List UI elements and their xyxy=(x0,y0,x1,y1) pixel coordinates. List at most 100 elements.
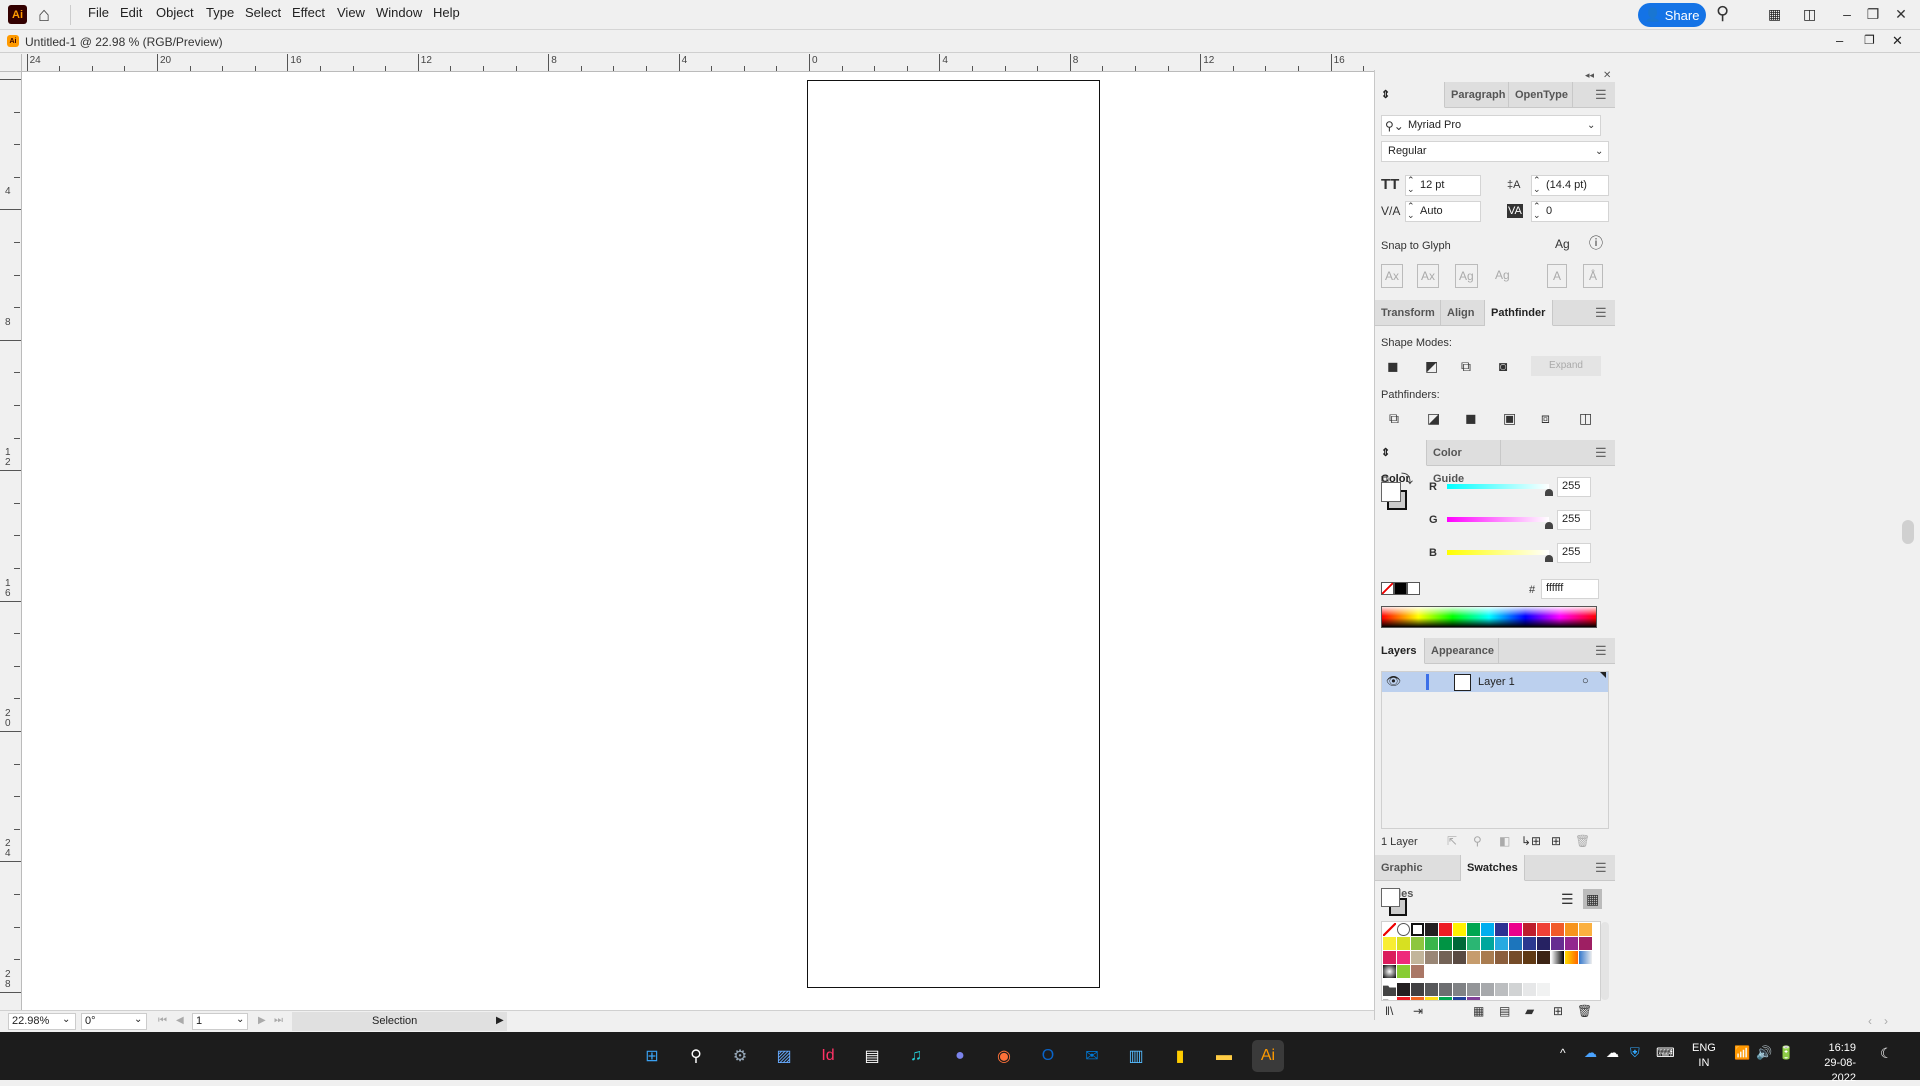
swatch-folder-icon[interactable] xyxy=(1383,985,1396,996)
tab-paragraph[interactable]: Paragraph xyxy=(1445,82,1509,108)
minus-front-icon[interactable]: ◩ xyxy=(1425,359,1438,373)
taskbar-search-icon[interactable]: ⚲ xyxy=(680,1040,712,1072)
swatch[interactable] xyxy=(1509,983,1522,996)
tab-appearance[interactable]: Appearance xyxy=(1425,638,1499,664)
unite-icon[interactable]: ◼ xyxy=(1387,359,1399,373)
battery-icon[interactable]: 🔋 xyxy=(1778,1045,1794,1061)
swatch[interactable] xyxy=(1453,937,1466,950)
swatch[interactable] xyxy=(1551,923,1564,936)
swatch[interactable] xyxy=(1425,923,1438,936)
swatch[interactable] xyxy=(1467,951,1480,964)
taskbar-file-explorer-icon[interactable]: ▬ xyxy=(1208,1040,1240,1072)
swatch[interactable] xyxy=(1467,997,1480,1000)
search-icon[interactable]: ⚲ xyxy=(1716,3,1729,24)
fill-swatch[interactable] xyxy=(1381,482,1401,502)
list-view-icon[interactable]: ☰ xyxy=(1561,892,1574,906)
swatch[interactable] xyxy=(1411,937,1424,950)
snap-proximity-icon[interactable]: Ag xyxy=(1495,268,1510,282)
kerning-field[interactable]: Auto xyxy=(1405,201,1481,222)
chevron-down-icon[interactable]: ⌄ xyxy=(1587,119,1595,133)
taskbar-news-icon[interactable]: ▤ xyxy=(856,1040,888,1072)
swatch[interactable] xyxy=(1551,937,1564,950)
swatch-fill[interactable] xyxy=(1381,888,1400,907)
panel-menu-icon[interactable]: ☰ xyxy=(1595,306,1609,319)
share-button[interactable]: 👤 Share xyxy=(1638,3,1706,27)
swatch[interactable] xyxy=(1411,951,1424,964)
hex-field[interactable]: ffffff xyxy=(1541,579,1599,599)
swatch-gradient[interactable] xyxy=(1551,951,1564,964)
swatch-white[interactable] xyxy=(1411,923,1424,936)
outline-icon[interactable]: ⧈ xyxy=(1541,411,1550,425)
swatch[interactable] xyxy=(1523,951,1536,964)
black-color-swatch[interactable] xyxy=(1394,582,1407,595)
panel-menu-icon[interactable]: ☰ xyxy=(1595,644,1609,657)
swatch[interactable] xyxy=(1453,983,1466,996)
stepper-icon[interactable]: ⌃ ⌄ xyxy=(1533,176,1541,194)
taskbar-firefox-icon[interactable]: ◉ xyxy=(988,1040,1020,1072)
tab-color[interactable]: ⇕ Color xyxy=(1375,440,1427,485)
snap-glyph-bounds-icon[interactable]: Ag xyxy=(1455,264,1478,288)
b-value-field[interactable]: 255 xyxy=(1557,543,1591,563)
swatch[interactable] xyxy=(1481,937,1494,950)
tab-opentype[interactable]: OpenType xyxy=(1509,82,1573,108)
swatch[interactable] xyxy=(1537,951,1550,964)
target-circle-icon[interactable]: ○ xyxy=(1582,675,1589,687)
merge-icon[interactable]: ◼ xyxy=(1465,411,1477,425)
document-title[interactable]: Untitled-1 @ 22.98 % (RGB/Preview) xyxy=(25,35,223,49)
volume-icon[interactable]: 🔊 xyxy=(1756,1045,1772,1061)
glyph-icon[interactable]: Ag xyxy=(1555,237,1570,251)
tab-character[interactable]: ⇕ Character xyxy=(1375,82,1445,127)
r-value-field[interactable]: 255 xyxy=(1557,477,1591,497)
last-artboard-icon[interactable]: ⏭ xyxy=(274,1015,283,1026)
menu-select[interactable]: Select xyxy=(245,5,281,20)
stepper-icon[interactable]: ⌃ ⌄ xyxy=(1407,202,1415,220)
swatch[interactable] xyxy=(1467,937,1480,950)
swatch-pattern[interactable] xyxy=(1383,965,1396,978)
show-hidden-icons[interactable]: ^ xyxy=(1560,1046,1566,1060)
taskbar-chat-icon[interactable]: ● xyxy=(944,1040,976,1072)
swatch[interactable] xyxy=(1579,923,1592,936)
snap-anchor-icon[interactable]: Å xyxy=(1583,264,1604,288)
onedrive-icon[interactable]: ☁ xyxy=(1606,1045,1619,1061)
menu-edit[interactable]: Edit xyxy=(120,5,142,20)
swatch[interactable] xyxy=(1523,923,1536,936)
swatch[interactable] xyxy=(1565,937,1578,950)
swatch[interactable] xyxy=(1411,983,1424,996)
chevron-down-icon[interactable]: ⌄ xyxy=(1595,145,1603,159)
menu-object[interactable]: Object xyxy=(156,5,194,20)
snap-xheight-icon[interactable]: Ax xyxy=(1417,264,1440,288)
language-indicator[interactable]: ENG IN xyxy=(1692,1041,1716,1071)
swatch-none[interactable] xyxy=(1383,923,1396,936)
swatch-libraries-icon[interactable]: ‖\ xyxy=(1385,1004,1393,1018)
swatch[interactable] xyxy=(1509,923,1522,936)
swatch[interactable] xyxy=(1425,937,1438,950)
white-color-swatch[interactable] xyxy=(1407,582,1420,595)
tab-swatches[interactable]: Swatches xyxy=(1461,855,1525,881)
swatch-registration[interactable] xyxy=(1397,923,1410,936)
swatch-options-icon[interactable]: ▤ xyxy=(1499,1004,1510,1018)
stepper-icon[interactable]: ⌃ ⌄ xyxy=(1407,176,1415,194)
swatch[interactable] xyxy=(1425,983,1438,996)
delete-swatch-icon[interactable]: 🗑 xyxy=(1577,1004,1592,1018)
layer-row[interactable]: 👁 Layer 1 ○ xyxy=(1382,672,1608,692)
swatch[interactable] xyxy=(1495,951,1508,964)
taskbar-amazon-music-icon[interactable]: ♫ xyxy=(900,1040,932,1072)
tool-status-field[interactable]: Selection ▶ xyxy=(292,1012,507,1031)
new-layer-icon[interactable]: ⊞ xyxy=(1551,834,1561,848)
tab-color-guide[interactable]: Color Guide xyxy=(1427,440,1501,485)
swatch[interactable] xyxy=(1397,951,1410,964)
exclude-icon[interactable]: ◙ xyxy=(1499,359,1507,373)
clipping-mask-icon[interactable]: ◧ xyxy=(1499,834,1510,848)
tracking-field[interactable]: 0 xyxy=(1531,201,1609,222)
artboard[interactable] xyxy=(807,80,1100,988)
taskbar-mail-icon[interactable]: ✉ xyxy=(1076,1040,1108,1072)
menu-type[interactable]: Type xyxy=(206,5,234,20)
stepper-icon[interactable]: ⌃ ⌄ xyxy=(1533,202,1541,220)
collapse-panels-icon[interactable]: ◂◂ xyxy=(1585,70,1594,81)
swatch[interactable] xyxy=(1523,983,1536,996)
arrange-documents-icon[interactable]: ▦ xyxy=(1768,6,1781,23)
panel-menu-icon[interactable]: ☰ xyxy=(1595,861,1609,874)
swatch[interactable] xyxy=(1453,997,1466,1000)
snap-baseline-icon[interactable]: Ax xyxy=(1381,264,1404,288)
swatch[interactable] xyxy=(1537,983,1550,996)
